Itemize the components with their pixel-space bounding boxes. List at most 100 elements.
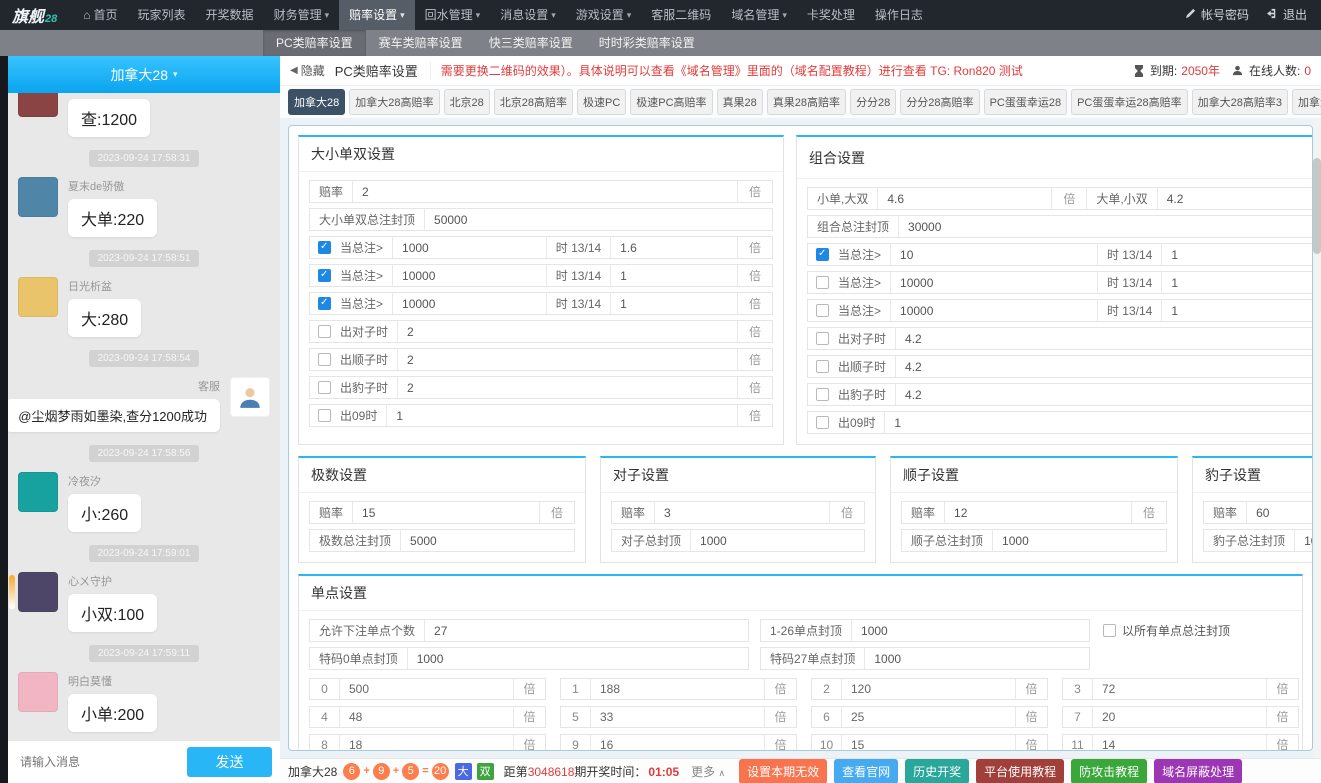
checkbox[interactable]: [816, 416, 829, 429]
checkbox[interactable]: [318, 353, 331, 366]
nav-item-6[interactable]: 消息设置▾: [490, 0, 566, 30]
field-value-input[interactable]: [1158, 192, 1313, 206]
field-value-input[interactable]: [896, 332, 1313, 346]
checkbox[interactable]: [318, 241, 331, 254]
nav-item-1[interactable]: 玩家列表: [128, 0, 196, 30]
field-value-input[interactable]: [1162, 304, 1313, 318]
status-action-button-2[interactable]: 历史开奖: [905, 759, 969, 783]
field-value-input[interactable]: [425, 213, 772, 227]
checkbox[interactable]: [318, 297, 331, 310]
chat-input[interactable]: [16, 755, 179, 769]
status-action-button-5[interactable]: 域名屏蔽处理: [1154, 759, 1242, 783]
checkbox[interactable]: [816, 304, 829, 317]
odds-value-input[interactable]: [340, 682, 513, 696]
nav-item-4[interactable]: 赔率设置▾: [339, 0, 415, 30]
game-tab-13[interactable]: 加拿大28高赔率4: [1292, 89, 1321, 115]
submenu-item-0[interactable]: PC类赔率设置: [263, 30, 366, 56]
odds-value-input[interactable]: [1093, 682, 1266, 696]
field-value-input[interactable]: [387, 409, 737, 423]
status-action-button-4[interactable]: 防攻击教程: [1071, 759, 1147, 783]
nav-item-5[interactable]: 回水管理▾: [415, 0, 491, 30]
field-value-input[interactable]: [398, 353, 737, 367]
odds-value-input[interactable]: [1093, 738, 1266, 751]
status-action-button-0[interactable]: 设置本期无效: [739, 759, 827, 783]
field-value-input[interactable]: [896, 388, 1313, 402]
game-tab-8[interactable]: 分分28: [850, 89, 896, 115]
odds-value-input[interactable]: [591, 682, 764, 696]
chat-message-list[interactable]: 草莫小单:2202023-09-24 17:58:21尘烟梦雨如墨染查:1200…: [8, 93, 280, 741]
field-value-input[interactable]: [353, 506, 539, 520]
game-tab-0[interactable]: 加拿大28: [288, 89, 345, 115]
checkbox[interactable]: [816, 360, 829, 373]
field-value-input[interactable]: [611, 297, 737, 311]
field-value-input[interactable]: [852, 624, 1089, 638]
checkbox[interactable]: [816, 248, 829, 261]
nav-item-3[interactable]: 财务管理▾: [264, 0, 340, 30]
field-value-input[interactable]: [899, 220, 1313, 234]
odds-value-input[interactable]: [591, 738, 764, 751]
game-tab-1[interactable]: 加拿大28高赔率: [349, 89, 439, 115]
checkbox[interactable]: [318, 409, 331, 422]
send-button[interactable]: 发送: [187, 747, 272, 777]
nav-item-8[interactable]: 客服二维码: [641, 0, 721, 30]
submenu-item-1[interactable]: 赛车类赔率设置: [366, 30, 476, 56]
game-tab-6[interactable]: 真果28: [717, 89, 763, 115]
account-password-button[interactable]: 帐号密码: [1183, 0, 1251, 30]
odds-value-input[interactable]: [842, 710, 1015, 724]
nav-item-7[interactable]: 游戏设置▾: [566, 0, 642, 30]
field-value-input[interactable]: [611, 241, 737, 255]
field-value-input[interactable]: [425, 624, 748, 638]
page-tab-pc-odds[interactable]: PC类赔率设置: [335, 61, 431, 80]
nav-item-0[interactable]: ⌂首页: [73, 0, 127, 30]
chat-room-selector[interactable]: 加拿大28 ▾: [8, 56, 280, 93]
field-value-input[interactable]: [1162, 276, 1313, 290]
field-value-input[interactable]: [398, 381, 737, 395]
game-tab-10[interactable]: PC蛋蛋幸运28: [984, 89, 1068, 115]
submenu-item-3[interactable]: 时时彩类赔率设置: [586, 30, 708, 56]
checkbox[interactable]: [318, 269, 331, 282]
status-action-button-1[interactable]: 查看官网: [834, 759, 898, 783]
field-value-input[interactable]: [891, 248, 1097, 262]
more-toggle[interactable]: 更多 ∧: [691, 763, 725, 780]
odds-value-input[interactable]: [842, 682, 1015, 696]
field-value-input[interactable]: [896, 360, 1313, 374]
hide-panel-button[interactable]: ◀ 隐藏: [290, 62, 325, 79]
checkbox[interactable]: [816, 276, 829, 289]
nav-item-2[interactable]: 开奖数据: [196, 0, 264, 30]
odds-value-input[interactable]: [842, 738, 1015, 751]
odds-value-input[interactable]: [340, 710, 513, 724]
field-value-input[interactable]: [1247, 506, 1313, 520]
field-value-input[interactable]: [891, 304, 1097, 318]
field-value-input[interactable]: [945, 506, 1131, 520]
field-value-input[interactable]: [1162, 248, 1313, 262]
field-value-input[interactable]: [891, 276, 1097, 290]
game-tab-5[interactable]: 极速PC高赔率: [630, 89, 712, 115]
field-value-input[interactable]: [393, 297, 546, 311]
nav-item-9[interactable]: 域名管理▾: [721, 0, 797, 30]
content-scrollbar[interactable]: [1313, 120, 1321, 758]
checkbox[interactable]: [816, 332, 829, 345]
field-value-input[interactable]: [885, 416, 1313, 430]
game-tab-4[interactable]: 极速PC: [577, 89, 626, 115]
field-value-input[interactable]: [878, 192, 1051, 206]
game-tab-3[interactable]: 北京28高赔率: [494, 89, 573, 115]
field-value-input[interactable]: [691, 534, 864, 548]
field-value-input[interactable]: [1295, 534, 1313, 548]
field-value-input[interactable]: [393, 269, 546, 283]
checkbox[interactable]: [816, 388, 829, 401]
checkbox[interactable]: [1103, 624, 1116, 637]
submenu-item-2[interactable]: 快三类赔率设置: [476, 30, 586, 56]
game-tab-9[interactable]: 分分28高赔率: [900, 89, 979, 115]
nav-item-10[interactable]: 卡奖处理: [797, 0, 865, 30]
field-value-input[interactable]: [865, 652, 1089, 666]
content-scrollbar-thumb[interactable]: [1313, 158, 1321, 254]
checkbox[interactable]: [318, 381, 331, 394]
field-value-input[interactable]: [398, 325, 737, 339]
odds-value-input[interactable]: [591, 710, 764, 724]
odds-value-input[interactable]: [340, 738, 513, 751]
status-action-button-3[interactable]: 平台使用教程: [976, 759, 1064, 783]
game-tab-11[interactable]: PC蛋蛋幸运28高赔率: [1071, 89, 1188, 115]
logout-button[interactable]: 退出: [1265, 0, 1309, 30]
game-tab-2[interactable]: 北京28: [444, 89, 490, 115]
field-value-input[interactable]: [408, 652, 748, 666]
